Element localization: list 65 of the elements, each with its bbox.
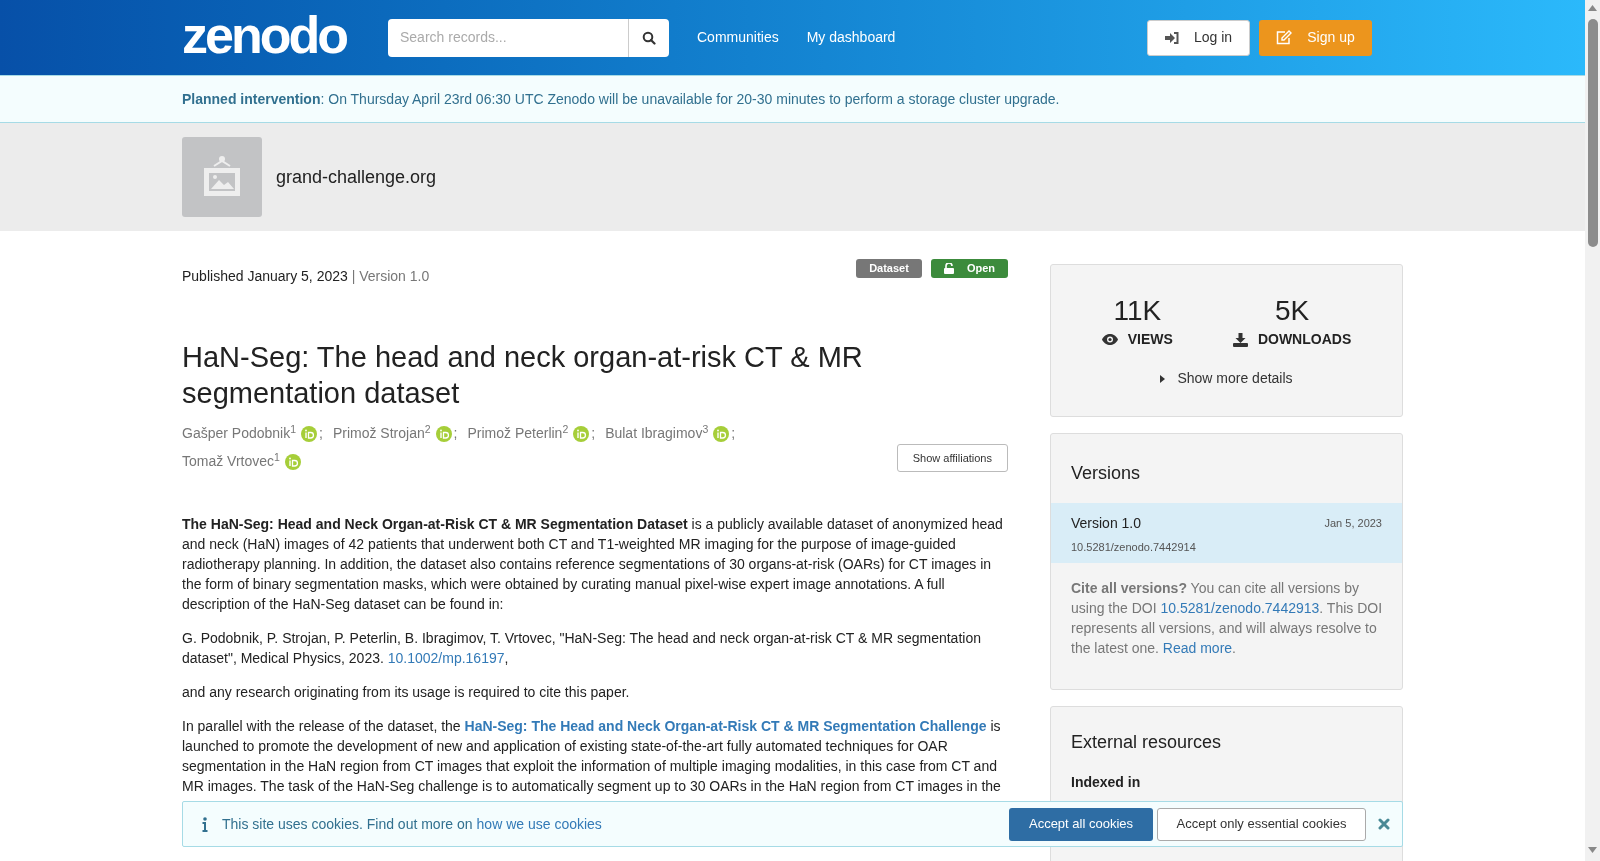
nav-link[interactable]: My dashboard xyxy=(806,27,896,48)
cookie-notice-text: This site uses cookies. Find out more on xyxy=(222,814,473,834)
orcid-icon[interactable] xyxy=(284,453,301,470)
show-more-details-button[interactable]: Show more details xyxy=(1160,368,1293,389)
description-paragraph: G. Podobnik, P. Strojan, P. Peterlin, B. Ibragimov, T. Vrtovec, "HaN-Seg: The head and neck organ-at-risk CT & MR segmentation dataset", Medical Physics, 2023. 10.1002/mp.16197, xyxy=(182,629,982,668)
stat-value: 5K xyxy=(1274,295,1310,327)
publication-date: Published January 5, 2023 xyxy=(182,268,348,284)
creator-name[interactable]: Gašper Podobnik$^{1}$ xyxy=(182,423,297,444)
access-badge: Open xyxy=(930,259,1008,278)
search-icon xyxy=(642,30,656,45)
version-doi: 10.5281/zenodo.7442914 xyxy=(1071,540,1197,555)
description-paragraph: The HaN-Seg: Head and Neck Organ-at-Risk CT & MR Segmentation Dataset is a publicly available dataset of anonymized head and neck (HaN) images of 42 patients that underwent both CT and T1-weighted MR imaging for the purpose of image-guided radiotherapy planning. In addition, the dataset also contains reference segmentations of 30 organs-at-risk (OARs) for CT images in the form of binary segmentation masks, which were obtained by curating manual pixel-wise expert image annotations. A full description of the HaN-Seg dataset can be found in: xyxy=(182,515,1004,614)
resource-type-badge: Dataset xyxy=(856,259,922,278)
description-paragraph: and any research originating from its usage is required to cite this paper. xyxy=(182,683,631,702)
zenodo-logo[interactable]: zenodo xyxy=(182,6,346,63)
stat-value: 11K xyxy=(1113,295,1162,327)
description-paragraph: In parallel with the release of the dataset, the HaN-Seg: The Head and Neck Organ-at-Risk CT & MR Segmentation Challenge is launched to promote the development of new and application of existing state-of-the-art fully automated techniques for OAR segmentation in the HaN region from CT images that exploit the information of multiple imaging modalities, in this case from CT and MR images. The task of the HaN-Seg challenge is to automatically segment up to 30 OARs in the HaN region from CT images in the xyxy=(182,717,1002,796)
orcid-icon[interactable] xyxy=(435,425,452,442)
stat-label: DOWNLOADS xyxy=(1257,330,1352,349)
separator-text: ; xyxy=(453,424,458,443)
login-button[interactable]: Log in xyxy=(1147,19,1250,56)
stat-label: VIEWS xyxy=(1127,330,1173,349)
link[interactable]: Read more xyxy=(1162,640,1233,656)
external-resources-heading: External resources xyxy=(1071,731,1223,754)
accept-essential-button[interactable]: Accept only essential cookies xyxy=(1157,807,1366,841)
scroll-down-icon[interactable] xyxy=(1588,847,1597,853)
link[interactable]: HaN-Seg: The Head and Neck Organ-at-Risk CT & MR Segmentation Challenge xyxy=(464,718,987,734)
version-label: | Version 1.0 xyxy=(351,268,430,284)
version-date: Jan 5, 2023 xyxy=(1324,516,1382,532)
download-icon xyxy=(1232,332,1248,347)
eye-icon xyxy=(1101,334,1118,345)
login-icon xyxy=(1164,31,1179,44)
scroll-up-icon[interactable] xyxy=(1588,5,1597,11)
orcid-icon[interactable] xyxy=(301,425,318,442)
separator-text: ; xyxy=(319,424,323,443)
unlock-icon xyxy=(943,263,954,274)
announcement-text: Planned intervention: On Thursday April 23rd 06:30 UTC Zenodo will be unavailable for 20-30 minutes to perform a storage cluster upgrade. xyxy=(182,89,1060,109)
image-placeholder-icon xyxy=(202,156,242,198)
version-name: Version 1.0 xyxy=(1071,514,1142,533)
accept-all-button[interactable]: Accept all cookies xyxy=(1009,807,1153,841)
cookie-policy-link[interactable]: how we use cookies xyxy=(476,813,602,835)
nav-link[interactable]: Communities xyxy=(697,27,779,48)
scrollbar-thumb[interactable] xyxy=(1587,19,1598,247)
link[interactable]: 10.1002/mp.16197 xyxy=(387,650,505,666)
orcid-icon[interactable] xyxy=(713,425,730,442)
scrollbar[interactable] xyxy=(1585,0,1600,861)
creator-name[interactable]: Primož Peterlin$^{2}$ xyxy=(467,423,569,444)
separator-text: ; xyxy=(731,424,736,443)
show-affiliations-button[interactable]: Show affiliations xyxy=(896,444,1008,472)
creator-name[interactable]: Tomaž Vrtovec$^{1}$ xyxy=(182,451,280,472)
creator-name[interactable]: Primož Strojan$^{2}$ xyxy=(332,423,431,444)
version-item[interactable]: Version 1.0 Jan 5, 2023 10.5281/zenodo.7442914 xyxy=(1051,503,1402,563)
indexed-in-label: Indexed in xyxy=(1071,773,1142,792)
cite-all-versions-text: Cite all versions? You can cite all versions by using the DOI 10.5281/zenodo.7442913. This DOI represents all versions, and will always resolve to the latest one. Read more. xyxy=(1070,579,1384,658)
versions-heading: Versions xyxy=(1070,462,1142,485)
orcid-icon[interactable] xyxy=(573,425,590,442)
creator-name[interactable]: Bulat Ibragimov$^{3}$ xyxy=(605,423,709,444)
search-button[interactable] xyxy=(628,18,669,57)
search-field[interactable]: Search records... xyxy=(388,18,628,57)
edit-icon xyxy=(1276,30,1293,45)
record-title: HaN-Seg: The head and neck organ-at-risk CT & MR segmentation dataset xyxy=(182,340,864,411)
community-name[interactable]: grand-challenge.org xyxy=(276,163,437,191)
close-icon[interactable] xyxy=(1378,818,1390,830)
info-icon xyxy=(202,816,208,832)
separator-text: ; xyxy=(591,424,596,443)
